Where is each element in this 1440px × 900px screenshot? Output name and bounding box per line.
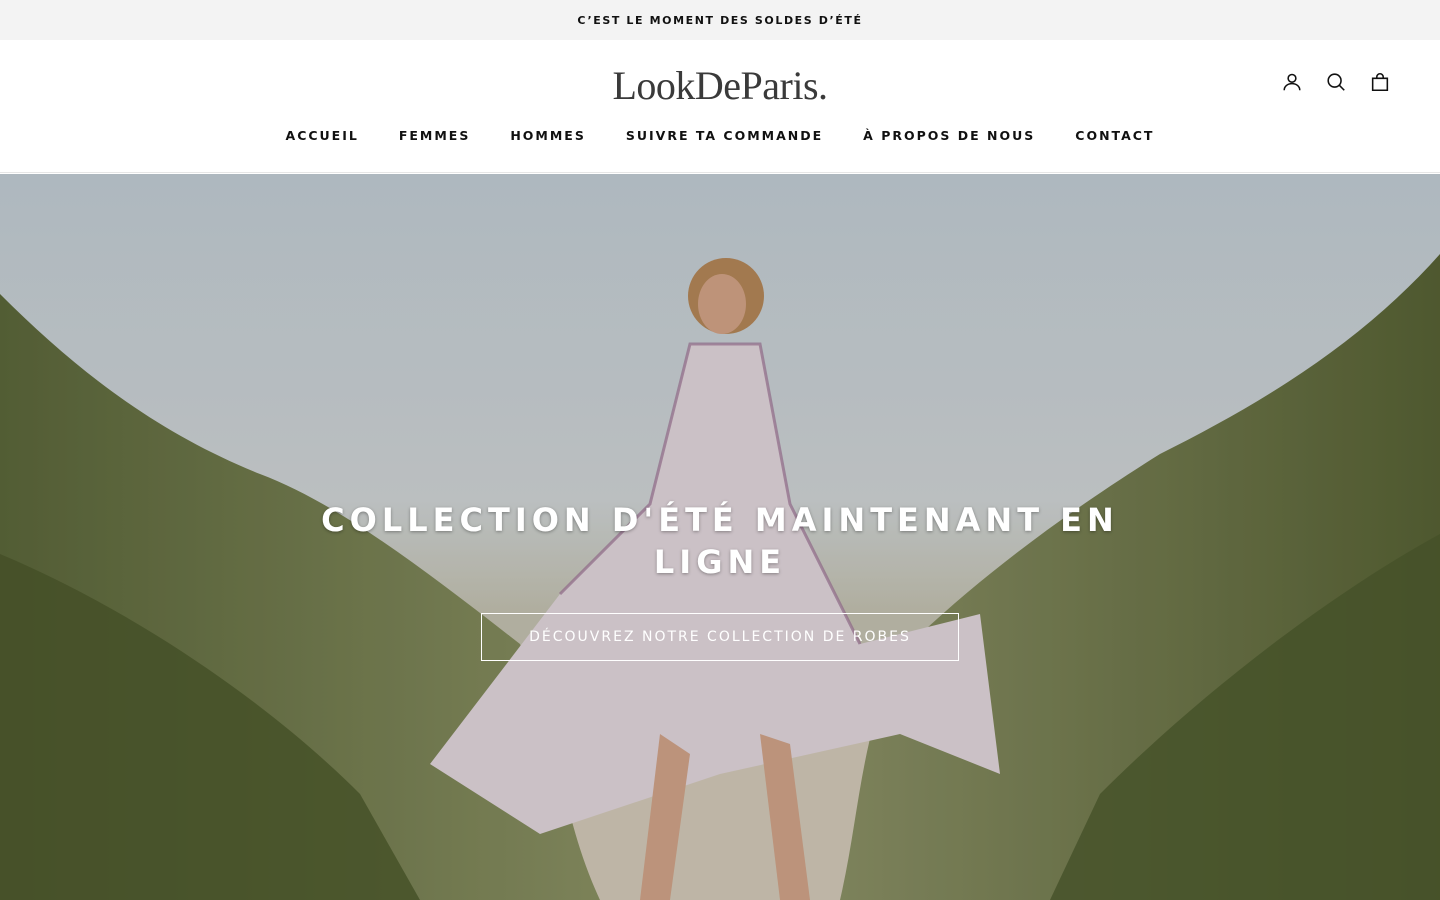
- announcement-bar: C’EST LE MOMENT DES SOLDES D’ÉTÉ: [0, 0, 1440, 40]
- nav-item-suivre-commande[interactable]: SUIVRE TA COMMANDE: [626, 128, 823, 143]
- hero-banner: COLLECTION D'ÉTÉ MAINTENANT EN LIGNE DÉC…: [0, 174, 1440, 900]
- cart-icon[interactable]: [1368, 70, 1392, 94]
- announcement-text: C’EST LE MOMENT DES SOLDES D’ÉTÉ: [577, 13, 863, 27]
- discover-dresses-button[interactable]: DÉCOUVREZ NOTRE COLLECTION DE ROBES: [481, 613, 959, 661]
- main-nav: ACCUEIL FEMMES HOMMES SUIVRE TA COMMANDE…: [0, 128, 1440, 143]
- nav-item-accueil[interactable]: ACCUEIL: [286, 128, 359, 143]
- nav-item-femmes[interactable]: FEMMES: [399, 128, 471, 143]
- hero-title: COLLECTION D'ÉTÉ MAINTENANT EN LIGNE: [321, 501, 1119, 581]
- site-header: LookDeParis. ACCUEIL FEMMES HOMMES SUIVR…: [0, 40, 1440, 173]
- nav-item-contact[interactable]: CONTACT: [1075, 128, 1154, 143]
- logo-link[interactable]: LookDeParis.: [612, 63, 828, 108]
- header-icons: [1280, 70, 1392, 94]
- nav-item-hommes[interactable]: HOMMES: [510, 128, 586, 143]
- logo: LookDeParis.: [0, 62, 1440, 109]
- discover-dresses-label: DÉCOUVREZ NOTRE COLLECTION DE ROBES: [529, 629, 911, 645]
- account-icon[interactable]: [1280, 70, 1304, 94]
- nav-item-a-propos[interactable]: À PROPOS DE NOUS: [863, 128, 1035, 143]
- search-icon[interactable]: [1324, 70, 1348, 94]
